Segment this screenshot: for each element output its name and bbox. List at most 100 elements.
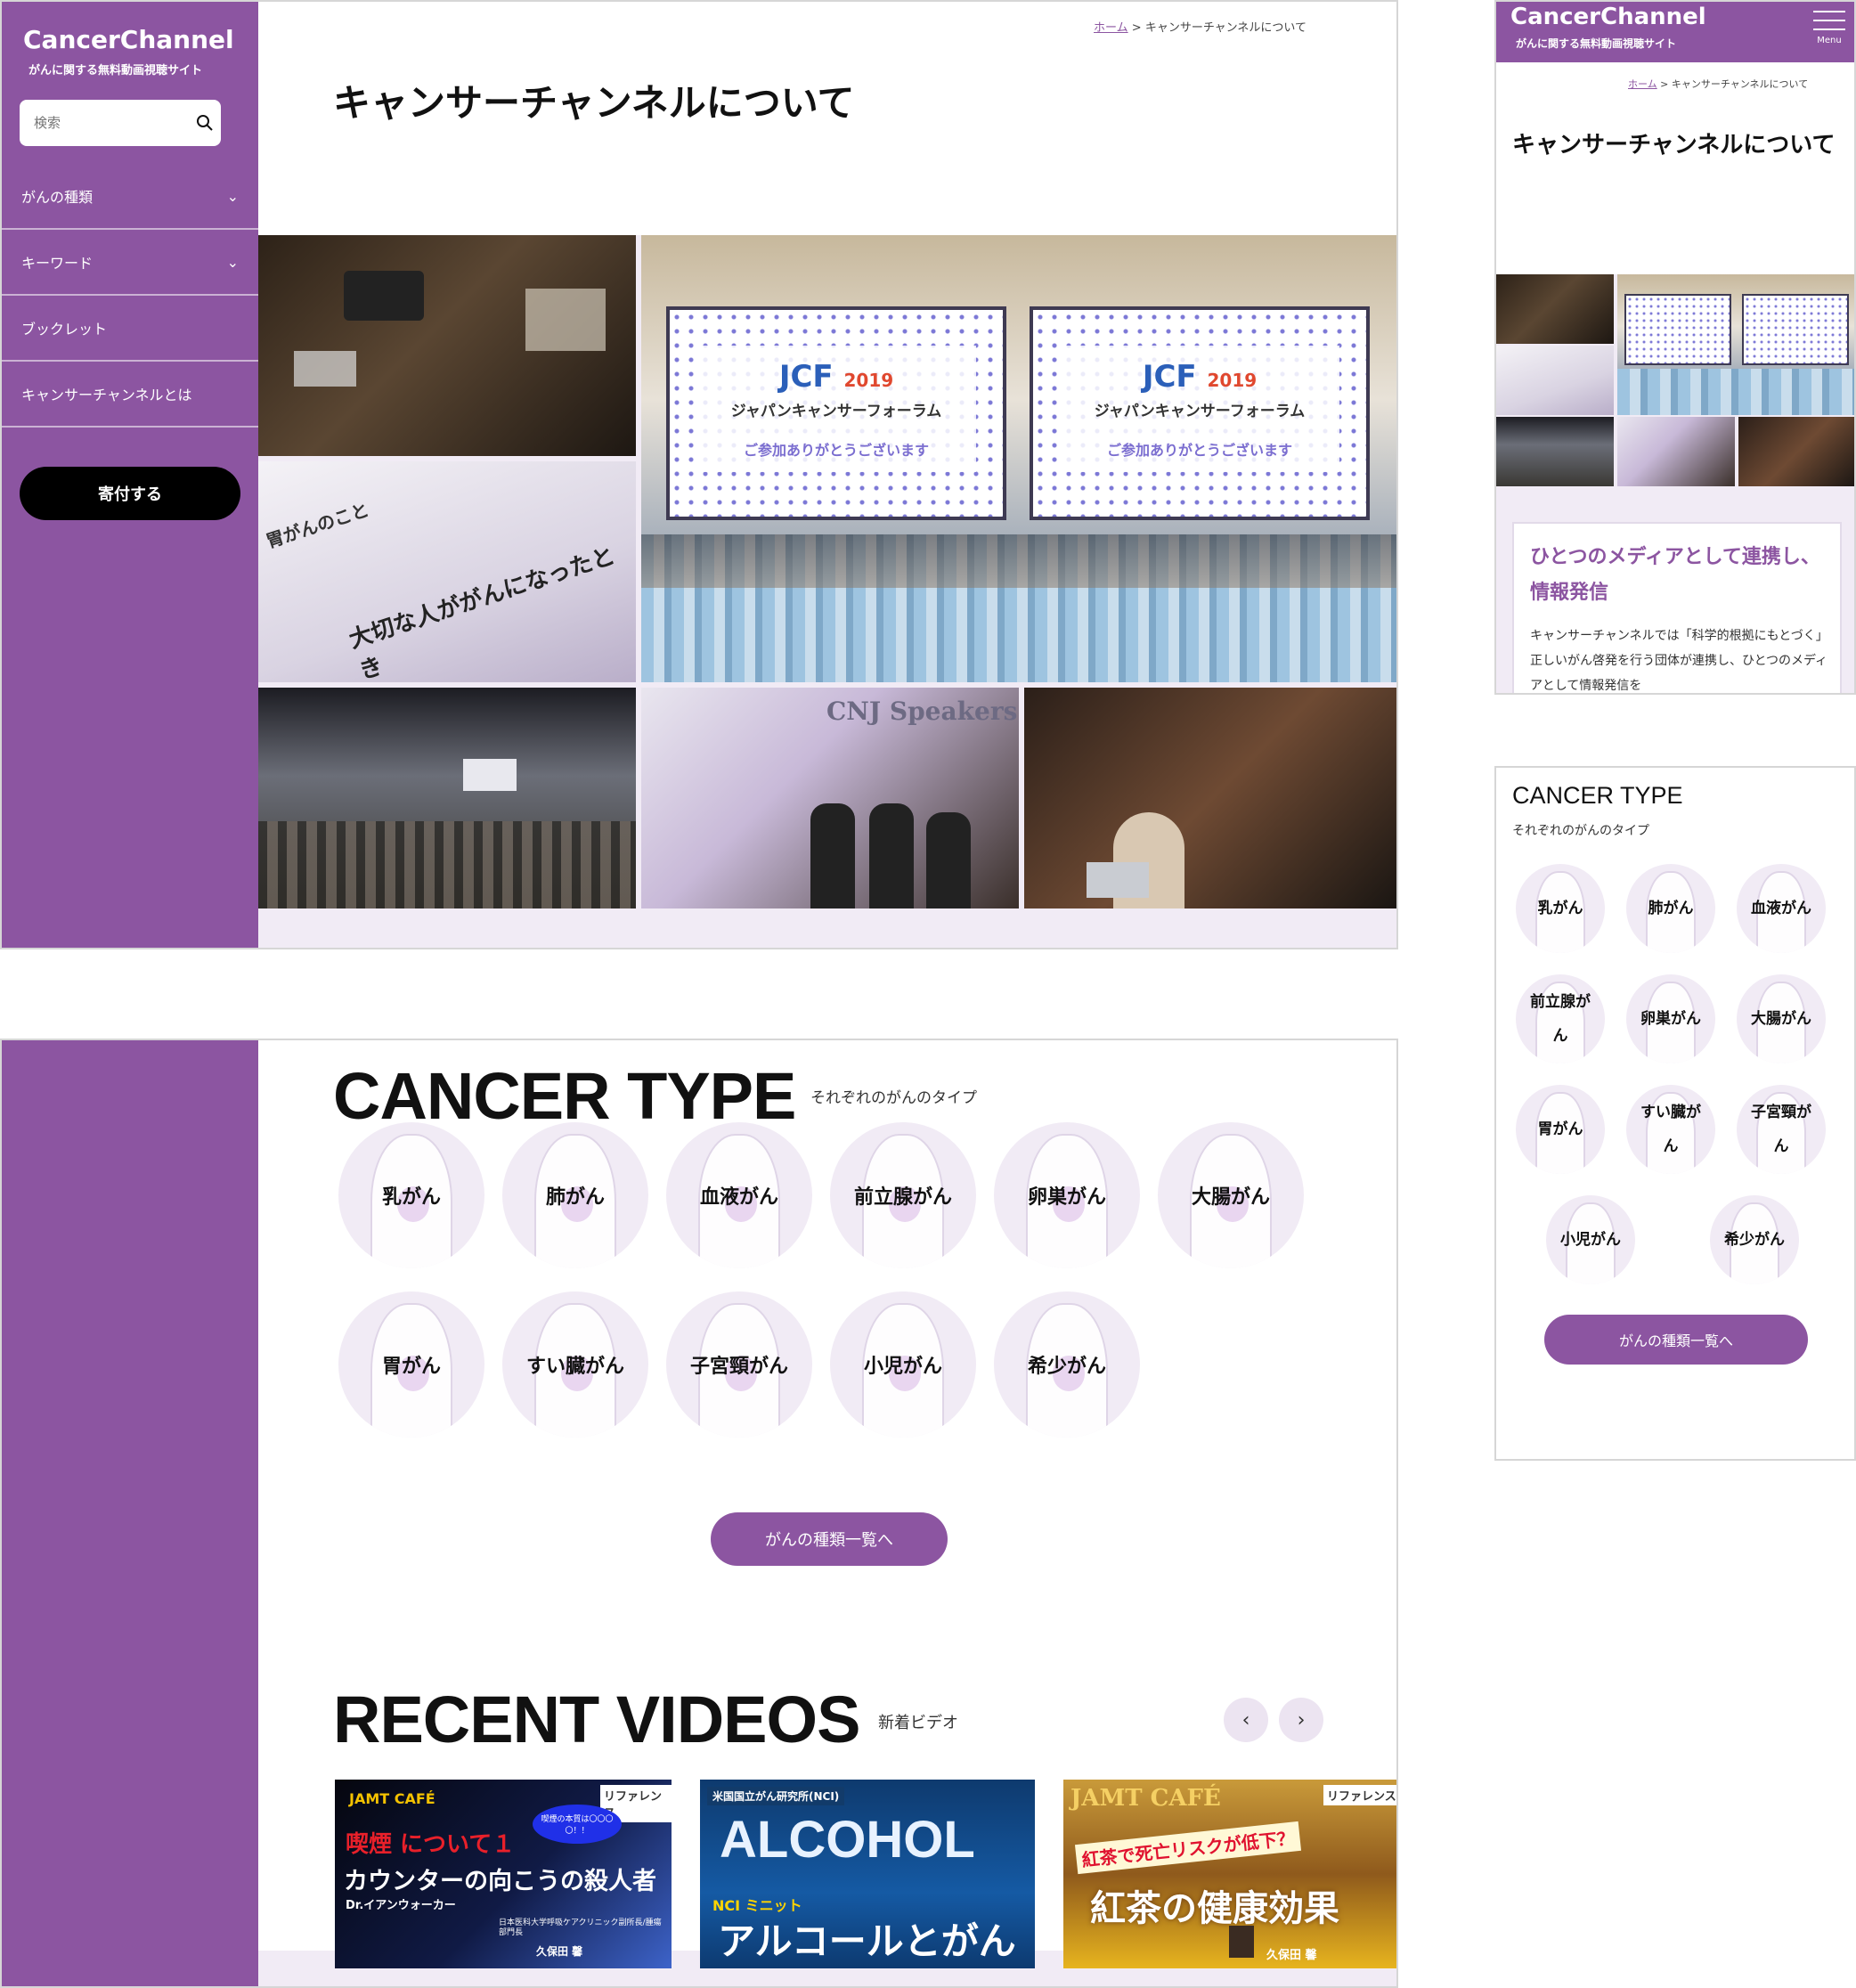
video-affiliation: 日本医科大学呼吸ケアクリニック副所長/腫瘍部門長: [499, 1919, 662, 1937]
carousel-next-button[interactable]: ›: [1279, 1698, 1323, 1742]
cancer-type-label: すい臓がん: [525, 1356, 624, 1378]
site-logo[interactable]: CancerChannel: [23, 25, 234, 54]
cancer-types-list-button[interactable]: がんの種類一覧へ: [711, 1512, 948, 1566]
crowd-photo: [1617, 369, 1854, 415]
cancer-type-label: 乳がん: [381, 1186, 441, 1209]
breadcrumb-separator: >: [1131, 21, 1142, 35]
cancer-type-item[interactable]: 子宮頸がん: [1737, 1085, 1826, 1174]
sidebar-nav: がんの種類 ⌄ キーワード ⌄ ブックレット キャンサーチャンネルとは: [2, 164, 258, 428]
breadcrumb-home[interactable]: ホーム: [1094, 21, 1128, 35]
banner-title: ジャパンキャンサーフォーラム: [730, 402, 942, 420]
cancer-type-item[interactable]: すい臓がん: [1626, 1085, 1715, 1174]
page-title: キャンサーチャンネルについて: [1512, 132, 1836, 159]
sidebar: CancerChannel がんに関する無料動画視聴サイト がんの種類 ⌄ キーワ…: [2, 2, 258, 948]
cancer-type-item[interactable]: 血液がん: [1737, 864, 1826, 953]
cancer-type-item[interactable]: 乳がん: [338, 1122, 484, 1268]
cancer-type-item[interactable]: 胃がん: [338, 1291, 484, 1438]
page-title: キャンサーチャンネルについて: [333, 81, 855, 125]
video-ref-badge: リファレンス: [1323, 1785, 1396, 1805]
cancer-type-item[interactable]: 希少がん: [1710, 1195, 1799, 1284]
speakers-photo: [1617, 417, 1735, 486]
search-box[interactable]: [20, 100, 221, 146]
intro-card: ひとつのメディアとして連携し、情報発信 キャンサーチャンネルでは「科学的根拠にも…: [1512, 522, 1842, 693]
video-speaker: Dr.イアンウォーカー: [346, 1899, 456, 1912]
cancer-type-item[interactable]: 小児がん: [1546, 1195, 1635, 1284]
cancer-type-item[interactable]: 大腸がん: [1158, 1122, 1304, 1268]
cancer-type-item[interactable]: 肺がん: [1626, 864, 1715, 953]
banner-thanks: ご参加ありがとうございます: [1106, 441, 1292, 459]
video-line1: 喫煙 について１: [346, 1831, 516, 1858]
presenter-photo: [1738, 417, 1854, 486]
breadcrumb-current: キャンサーチャンネルについて: [1144, 21, 1307, 35]
banner-title: ジャパンキャンサーフォーラム: [1094, 402, 1306, 420]
cancer-type-label: 卵巣がん: [1027, 1186, 1106, 1209]
cancer-type-label: 大腸がん: [1751, 1010, 1811, 1028]
video-badge: JAMT CAFÉ: [1070, 1785, 1221, 1812]
mobile-header: CancerChannel がんに関する無料動画視聴サイト Menu: [1496, 2, 1854, 62]
cancer-type-item[interactable]: 肺がん: [502, 1122, 648, 1268]
video-thumbnail[interactable]: JAMT CAFÉ リファレンス 紅茶で死亡リスクが低下？ 紅茶の健康効果 久保…: [1063, 1780, 1396, 1968]
video-bubble: 喫煙の本質は〇〇〇〇！！: [533, 1805, 622, 1844]
cancer-type-item[interactable]: 小児がん: [830, 1291, 976, 1438]
cancer-type-item[interactable]: 前立腺がん: [1516, 974, 1605, 1063]
cancer-type-item[interactable]: すい臓がん: [502, 1291, 648, 1438]
cancer-type-item[interactable]: 卵巣がん: [994, 1122, 1140, 1268]
search-icon[interactable]: [196, 114, 214, 132]
nav-item-cancer-types[interactable]: がんの種類 ⌄: [2, 164, 258, 230]
cancer-types-list-button[interactable]: がんの種類一覧へ: [1544, 1315, 1808, 1365]
video-badge: 米国国立がん研究所(NCI): [707, 1787, 845, 1805]
lecture-hall-photo: [1496, 417, 1614, 486]
forum-banner-left: JCF 2019 ジャパンキャンサーフォーラム ご参加ありがとうございます: [666, 306, 1006, 520]
forum-banner-photo: JCF 2019 ジャパンキャンサーフォーラム ご参加ありがとうございます JC…: [641, 235, 1396, 534]
cancer-type-label: 肺がん: [545, 1186, 605, 1209]
cancer-type-item[interactable]: 乳がん: [1516, 864, 1605, 953]
menu-bar: [1813, 20, 1845, 21]
cancer-type-item[interactable]: 希少がん: [994, 1291, 1140, 1438]
cancer-type-title: CANCER TYPE: [1512, 782, 1683, 809]
nav-item-label: キーワード: [21, 255, 94, 272]
chevron-left-icon: ‹: [1241, 1708, 1250, 1731]
breadcrumb-home[interactable]: ホーム: [1628, 78, 1657, 90]
breadcrumb-current: キャンサーチャンネルについて: [1671, 78, 1809, 90]
carousel-prev-button[interactable]: ‹: [1224, 1698, 1268, 1742]
video-thumbnail[interactable]: 米国国立がん研究所(NCI) ALCOHOL NCI ミニット アルコールとがん: [700, 1780, 1035, 1968]
cancer-type-label: 乳がん: [1537, 900, 1583, 917]
cancer-type-item[interactable]: 卵巣がん: [1626, 974, 1715, 1063]
nav-item-booklets[interactable]: ブックレット: [2, 296, 258, 362]
site-logo[interactable]: CancerChannel: [1510, 4, 1706, 30]
cancer-type-item[interactable]: 胃がん: [1516, 1085, 1605, 1174]
video-title: 紅茶の健康効果: [1090, 1888, 1339, 1929]
crowd-photo: [641, 534, 1396, 682]
search-input[interactable]: [34, 115, 194, 131]
nav-item-label: がんの種類: [21, 189, 94, 206]
studio-photo: [1496, 274, 1614, 344]
hamburger-menu-button[interactable]: Menu: [1810, 7, 1849, 57]
mobile-about-page: CancerChannel がんに関する無料動画視聴サイト Menu ホーム >…: [1494, 0, 1856, 695]
banner-thanks: ご参加ありがとうございます: [743, 441, 929, 459]
nav-item-keywords[interactable]: キーワード ⌄: [2, 230, 258, 296]
video-title: アルコールとがん: [718, 1919, 1016, 1963]
cancer-type-item[interactable]: 血液がん: [666, 1122, 812, 1268]
video-title: カウンターの向こうの殺人者: [344, 1868, 656, 1895]
cancer-type-item[interactable]: 子宮頸がん: [666, 1291, 812, 1438]
booklet-text: 大切な人ががんになったとき: [346, 542, 619, 682]
cancer-type-subtitle: それぞれのがんのタイプ: [1512, 824, 1649, 838]
donate-button[interactable]: 寄付する: [20, 467, 240, 520]
cancer-type-label: 小児がん: [863, 1356, 942, 1378]
banner-year: 2019: [843, 369, 894, 391]
cancer-type-item[interactable]: 前立腺がん: [830, 1122, 976, 1268]
forum-banner-photo: [1617, 274, 1854, 369]
mobile-cancer-type-section: CANCER TYPE それぞれのがんのタイプ がんの種類一覧へ 乳がん 肺がん 血…: [1494, 766, 1856, 1461]
banner-year: 2019: [1207, 369, 1258, 391]
cancer-type-label: 希少がん: [1724, 1231, 1785, 1249]
mobile-collage: ひとつのメディアとして連携し、情報発信 キャンサーチャンネルでは「科学的根拠にも…: [1496, 274, 1854, 693]
cancer-type-item[interactable]: 大腸がん: [1737, 974, 1826, 1063]
recent-videos-title: RECENT VIDEOS: [333, 1682, 860, 1756]
nav-item-about[interactable]: キャンサーチャンネルとは: [2, 362, 258, 428]
video-thumbnail[interactable]: JAMT CAFÉ リファレンス 喫煙の本質は〇〇〇〇！！ 喫煙 について１ カ…: [335, 1780, 672, 1968]
menu-bar: [1813, 11, 1845, 12]
hero-collage: JCF 2019 ジャパンキャンサーフォーラム ご参加ありがとうございます JC…: [258, 235, 1396, 948]
sidebar: [2, 1040, 258, 1986]
video-line1: ALCOHOL: [720, 1811, 975, 1869]
cancer-type-subtitle: それぞれのがんのタイプ: [810, 1089, 977, 1107]
